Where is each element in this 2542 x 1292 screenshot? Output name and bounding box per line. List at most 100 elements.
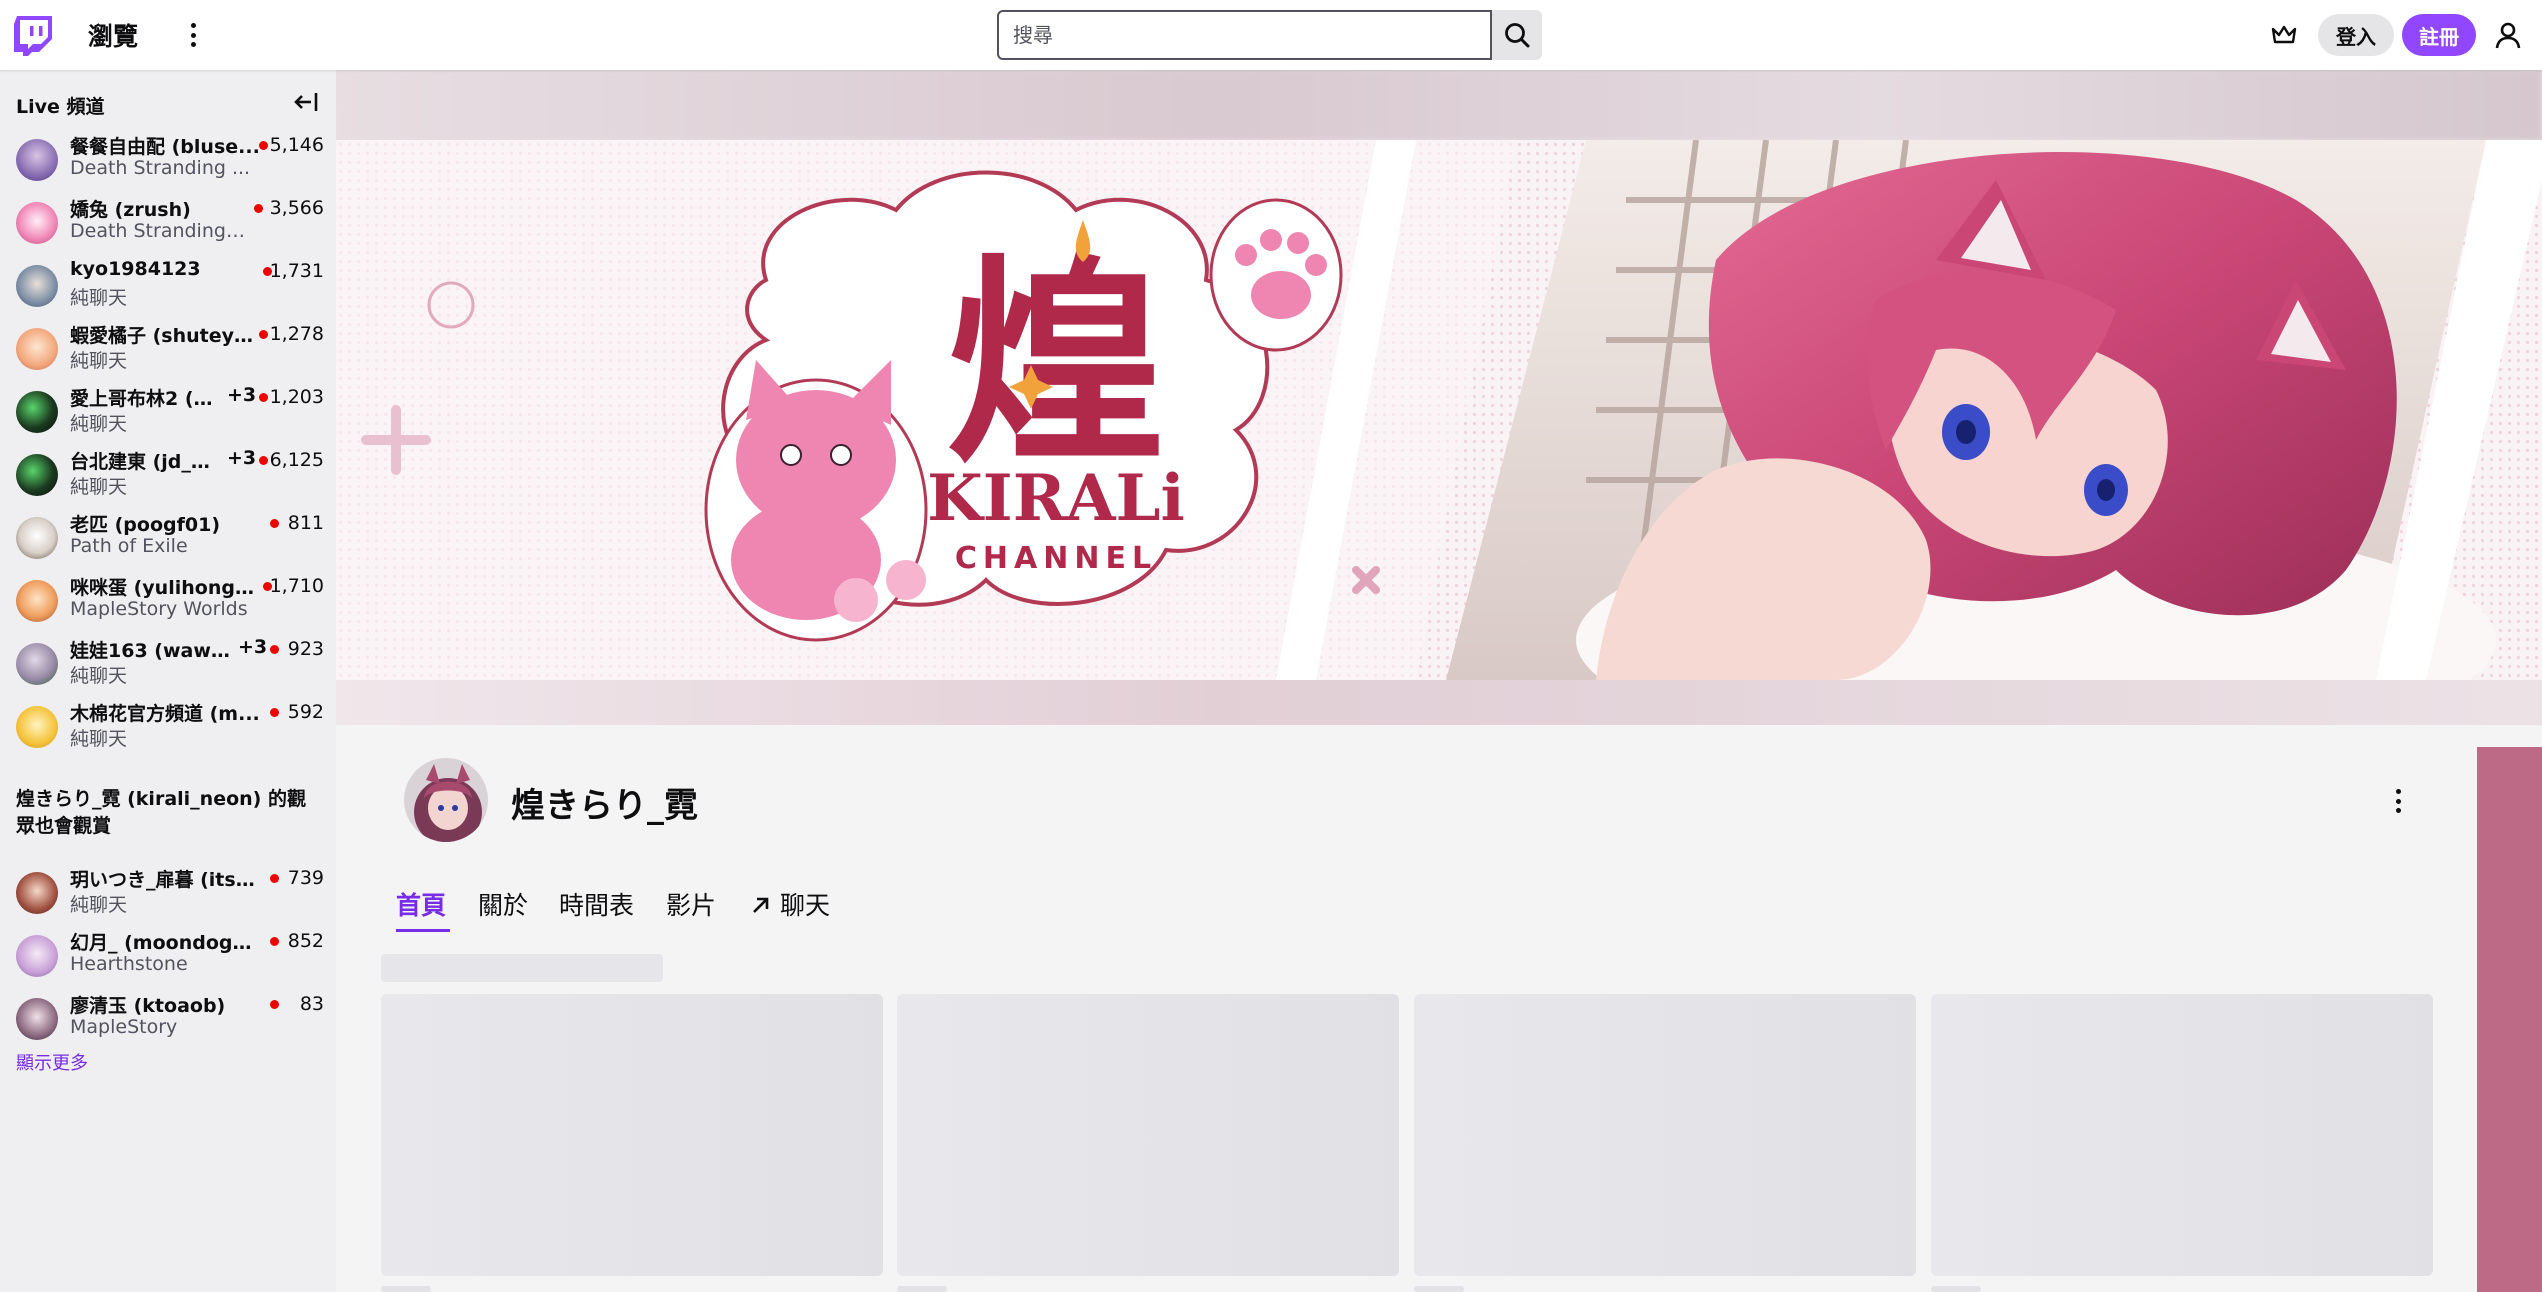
live-dot-icon [270, 519, 279, 528]
tab-schedule[interactable]: 時間表 [559, 886, 634, 922]
channel-display-name: 煌きらり_霓 [511, 786, 698, 826]
external-arrow-icon [753, 897, 769, 913]
tab-chat[interactable]: 聊天 [750, 886, 830, 922]
channel-game: MapleStory [70, 1016, 178, 1038]
loading-placeholder [381, 1286, 431, 1292]
sidebar-channel[interactable]: 咪咪蛋 (yulihong22) MapleStory Worlds 1,710 [0, 568, 336, 631]
banner-art-image: 煌 KIRALi CHANNEL [336, 140, 2542, 680]
channel-name: 蝦愛橘子 (shuteye... [70, 325, 255, 347]
viewer-count: 852 [287, 930, 324, 952]
signup-button[interactable]: 註冊 [2402, 14, 2476, 56]
extra-count: +3 [227, 384, 257, 406]
user-icon[interactable] [2494, 20, 2522, 50]
loading-card [1414, 994, 1916, 1276]
sidebar-channel[interactable]: 玥いつき_扉暮 (itsu... 純聊天 739 [0, 860, 336, 923]
channel-avatar [16, 391, 58, 433]
sidebar-channel[interactable]: 幻月_ (moondogs_... Hearthstone 852 [0, 923, 336, 986]
channel-name: 老匹 (poogf01) [70, 514, 220, 536]
channel-avatar [16, 202, 58, 244]
loading-placeholder [897, 1286, 947, 1292]
sidebar-channel[interactable]: 老匹 (poogf01) Path of Exile 811 [0, 505, 336, 568]
channel-game: 純聊天 [70, 476, 128, 498]
sidebar-channel[interactable]: 台北建東 (jd_o... 純聊天 +3 6,125 [0, 442, 336, 505]
banner-logo-main: 煌 [946, 233, 1166, 492]
show-more-link[interactable]: 顯示更多 [16, 1049, 88, 1075]
channel-name: 玥いつき_扉暮 (itsu... [70, 869, 260, 891]
also-watch-heading: 煌きらり_霓 (kirali_neon) 的觀眾也會觀賞 [16, 788, 306, 837]
channel-avatar-large[interactable] [402, 756, 490, 844]
top-nav: 瀏覽 登入 註冊 [0, 0, 2542, 70]
channel-avatar [16, 328, 58, 370]
channel-game: 純聊天 [70, 287, 128, 309]
channel-game: Death Stranding ... [70, 157, 251, 179]
banner-logo-sub: CHANNEL [955, 541, 1157, 576]
channel-name: 愛上哥布林2 (l... [70, 388, 215, 410]
search-input[interactable] [997, 10, 1492, 60]
viewer-count: 5,146 [269, 134, 324, 156]
live-dot-icon [259, 330, 268, 339]
channel-game: 純聊天 [70, 894, 128, 916]
channel-game: 純聊天 [70, 665, 128, 687]
channel-name: 咪咪蛋 (yulihong22) [70, 577, 262, 599]
tab-chat-label: 聊天 [780, 891, 831, 920]
extra-count: +3 [238, 636, 268, 658]
more-menu-icon[interactable] [182, 20, 204, 50]
channel-avatar [16, 580, 58, 622]
viewer-count: 6,125 [269, 449, 324, 471]
active-tab-indicator [396, 929, 450, 932]
channel-name: 餐餐自由配 (bluse... [70, 136, 260, 158]
channel-avatar [16, 998, 58, 1040]
channel-more-options-icon[interactable] [2392, 786, 2404, 816]
channel-avatar [16, 265, 58, 307]
search-icon [1505, 23, 1530, 48]
tab-home[interactable]: 首頁 [396, 886, 446, 922]
channel-name: 木棉花官方頻道 (m... [70, 703, 260, 725]
channel-game: MapleStory Worlds [70, 598, 248, 620]
sidebar-channel[interactable]: 蝦愛橘子 (shuteye... 純聊天 1,278 [0, 316, 336, 379]
banner-logo-name: KIRALi [927, 461, 1185, 536]
sidebar-channel[interactable]: 嬌兔 (zrush) Death Stranding:... 3,566 [0, 190, 336, 253]
channel-game: Hearthstone [70, 953, 188, 975]
viewer-count: 1,203 [269, 386, 324, 408]
sidebar-channel[interactable]: 廖清玉 (ktoaob) MapleStory 83 [0, 986, 336, 1049]
main-content: 煌 KIRALi CHANNEL 煌きらり_霓 首頁 關於 時間表 影片 聊天 [336, 70, 2542, 1292]
viewer-count: 923 [287, 638, 324, 660]
loading-placeholder [1931, 1286, 1981, 1292]
channel-name: kyo1984123 [70, 258, 201, 280]
sidebar-channel[interactable]: kyo1984123 純聊天 1,731 [0, 253, 336, 316]
tab-about[interactable]: 關於 [478, 886, 528, 922]
extra-count: +3 [227, 447, 257, 469]
channel-avatar [16, 454, 58, 496]
channel-game: Path of Exile [70, 535, 188, 557]
login-button[interactable]: 登入 [2318, 14, 2394, 56]
channel-avatar [16, 643, 58, 685]
viewer-count: 3,566 [269, 197, 324, 219]
browse-link[interactable]: 瀏覽 [88, 17, 138, 53]
viewer-count: 811 [287, 512, 324, 534]
channel-game: Death Stranding:... [70, 220, 250, 242]
tab-videos[interactable]: 影片 [666, 886, 716, 922]
collapse-sidebar-icon[interactable] [292, 90, 320, 114]
twitch-logo-icon[interactable] [14, 16, 52, 56]
loading-card [897, 994, 1399, 1276]
channel-game: 純聊天 [70, 350, 128, 372]
search-button[interactable] [1492, 10, 1542, 60]
crown-icon[interactable] [2270, 22, 2298, 48]
sidebar-channel[interactable]: 木棉花官方頻道 (m... 純聊天 592 [0, 694, 336, 757]
channel-avatar [16, 139, 58, 181]
live-dot-icon [259, 456, 268, 465]
channel-avatar [16, 517, 58, 559]
viewer-count: 592 [287, 701, 324, 723]
sidebar-channel[interactable]: 愛上哥布林2 (l... 純聊天 +3 1,203 [0, 379, 336, 442]
channel-name: 娃娃163 (wawa... [70, 640, 230, 662]
loading-placeholder [381, 954, 663, 982]
sidebar-channel[interactable]: 餐餐自由配 (bluse... Death Stranding ... 5,14… [0, 127, 336, 190]
viewer-count: 1,278 [269, 323, 324, 345]
channel-name: 嬌兔 (zrush) [70, 199, 191, 221]
channel-banner: 煌 KIRALi CHANNEL [336, 140, 2542, 680]
sidebar-channel[interactable]: 娃娃163 (wawa... 純聊天 +3 923 [0, 631, 336, 694]
live-channels-heading: Live 頻道 [16, 96, 105, 118]
live-dot-icon [270, 937, 279, 946]
live-dot-icon [259, 141, 268, 150]
viewer-count: 1,710 [269, 575, 324, 597]
